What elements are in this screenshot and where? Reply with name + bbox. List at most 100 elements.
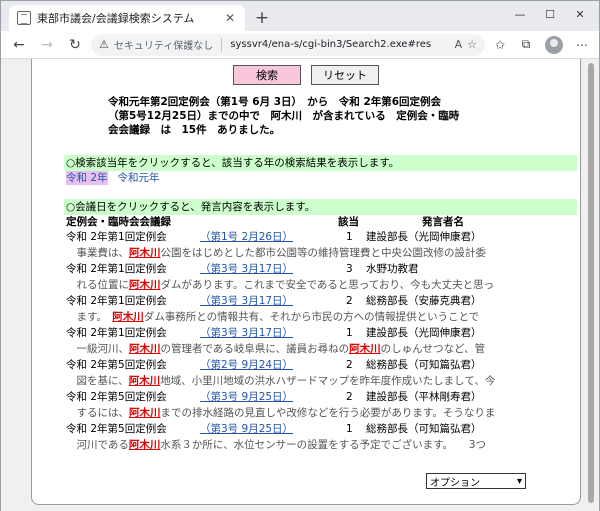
page-viewport: 検索 リセット 令和元年第2回定例会（第1号 6月 3日） から 令和 2年第6… (1, 59, 599, 511)
more-menu-icon[interactable]: ⋯ (571, 34, 593, 56)
excerpt-text: 公園をはじめとした都市公園等の維持管理費と中央公園改修の設計委 (160, 247, 487, 259)
table-row: 令和 2年第5回定例会 （第3号 9月25日） 1 総務部長（可知篇弘君） 河川である… (66, 421, 577, 453)
hit-count: 1 (346, 327, 353, 339)
warning-icon[interactable]: ⚠ (99, 38, 109, 51)
table-row: 令和 2年第1回定例会 （第1号 2月26日） 1 建設部長（光岡伸康君） 事業費は、… (66, 229, 577, 261)
excerpt-text: 事業費は、 (66, 247, 129, 259)
hit-count: 2 (346, 391, 353, 403)
meeting-date-link[interactable]: （第3号 3月17日） (200, 325, 293, 341)
meeting-date-link[interactable]: （第3号 9月25日） (200, 421, 293, 437)
summary-line: 令和元年第2回定例会（第1号 6月 3日） から 令和 2年第6回定例会 (108, 96, 442, 108)
tab-title: 東部市議会/会議録検索システム (37, 12, 195, 25)
close-tab-icon[interactable]: ✕ (223, 11, 237, 25)
excerpt-text: ダム事務所との情報共有、それから市民の方への情報提供ということで (143, 311, 480, 323)
hit-count: 3 (346, 263, 353, 275)
speaker-name: 総務部長（安藤克典君） (366, 295, 482, 307)
year-links: 令和 2年 令和元年 (66, 171, 580, 185)
keyword-highlight: 阿木川 (128, 375, 161, 387)
meeting-name: 令和 2年第5回定例会 (66, 423, 167, 435)
meeting-name: 令和 2年第1回定例会 (66, 327, 167, 339)
meeting-notice: ○会議日をクリックすると、発言内容を表示します。 (64, 199, 577, 215)
excerpt-text: 河川である (66, 439, 129, 451)
hit-count: 2 (346, 359, 353, 371)
meeting-date-link[interactable]: （第3号 9月25日） (200, 389, 293, 405)
excerpt-text: 水系３か所に、水位センサーの設置をする予定でございます。 3つ (160, 439, 486, 451)
browser-toolbar: ← → ↻ ⚠ セキュリティ保護なし syssvr4/ena-s/cgi-bin… (1, 31, 599, 59)
excerpt: 河川である阿木川水系３か所に、水位センサーの設置をする予定でございます。 3つ (66, 437, 577, 453)
read-aloud-icon[interactable]: A (455, 38, 463, 51)
column-meeting: 定例会・臨時会会議録 (66, 216, 171, 228)
excerpt: れる位置に阿木川ダムがあります。これまで安全であると思っており、今も大丈夫と思っ (66, 277, 577, 293)
table-row: 令和 2年第5回定例会 （第2号 9月24日） 2 総務部長（可知篇弘君） 図を基に、… (66, 357, 577, 389)
new-tab-button[interactable]: + (249, 5, 275, 31)
back-arrow-icon[interactable]: ← (7, 33, 31, 57)
search-results-panel: 検索 リセット 令和元年第2回定例会（第1号 6月 3日） から 令和 2年第6… (31, 59, 581, 505)
meeting-date-link[interactable]: （第3号 3月17日） (200, 293, 293, 309)
column-hits: 該当 (338, 216, 359, 228)
options-area: オプション ▾ (426, 473, 526, 489)
results-header: 定例会・臨時会会議録 該当 発言者名 (66, 215, 577, 229)
options-select[interactable]: オプション ▾ (426, 473, 526, 489)
hit-count: 1 (346, 423, 353, 435)
hit-count: 1 (346, 231, 353, 243)
browser-window: 東部市議会/会議録検索システム ✕ + — ☐ ✕ ← → ↻ ⚠ セキュリティ… (0, 0, 600, 511)
favorites-icon[interactable]: ✩ (489, 34, 511, 56)
keyword-highlight: 阿木川 (129, 407, 161, 419)
collections-icon[interactable]: ⧉ (515, 34, 537, 56)
summary-line: 会会議録 は 15件 ありました。 (108, 124, 281, 136)
meeting-date-link[interactable]: （第2号 9月24日） (200, 357, 293, 373)
meeting-name: 令和 2年第5回定例会 (66, 359, 167, 371)
excerpt: ます。 阿木川ダム事務所との情報共有、それから市民の方への情報提供ということで (66, 309, 577, 325)
scrollbar-thumb[interactable] (588, 63, 594, 503)
chevron-down-icon: ▾ (516, 475, 522, 487)
reset-button[interactable]: リセット (311, 65, 379, 85)
security-label[interactable]: セキュリティ保護なし (114, 37, 213, 52)
address-bar[interactable]: ⚠ セキュリティ保護なし syssvr4/ena-s/cgi-bin3/Sear… (91, 33, 485, 56)
summary-line: （第5号12月25日）までの中で 阿木川 が含まれている 定例会・臨時 (108, 110, 460, 122)
scrollbar[interactable] (583, 59, 599, 511)
excerpt-text: するには、 (66, 407, 129, 419)
close-window-icon[interactable]: ✕ (565, 3, 595, 25)
keyword-highlight: 阿木川 (112, 311, 144, 323)
tab-strip: 東部市議会/会議録検索システム ✕ + — ☐ ✕ (1, 1, 599, 31)
meeting-name: 令和 2年第1回定例会 (66, 295, 167, 307)
hit-count: 2 (346, 295, 353, 307)
meeting-date-link[interactable]: （第3号 3月17日） (200, 261, 293, 277)
excerpt: 一級河川、阿木川の管理者である岐阜県に、議員お尋ねの阿木川のしゅんせつなど、管 (66, 341, 577, 357)
excerpt-text: 図を基に、 (66, 375, 129, 387)
meeting-name: 令和 2年第1回定例会 (66, 231, 167, 243)
forward-arrow-icon[interactable]: → (35, 33, 59, 57)
divider (221, 37, 223, 52)
excerpt: するには、阿木川までの排水経路の見直しや改修などを行う必要があります。そうなりま (66, 405, 577, 421)
year-link[interactable]: 令和 2年 (66, 171, 108, 185)
speaker-name: 総務部長（可知篇弘君） (366, 423, 482, 435)
year-link[interactable]: 令和元年 (118, 171, 160, 185)
add-favorite-icon[interactable]: ☆ (467, 38, 477, 51)
speaker-name: 建設部長（平林剛寿君） (366, 391, 482, 403)
speaker-name: 建設部長（光岡伸康君） (366, 231, 482, 243)
keyword-highlight: 阿木川 (349, 343, 381, 355)
form-buttons: 検索 リセット (32, 65, 580, 85)
meeting-date-link[interactable]: （第1号 2月26日） (200, 229, 293, 245)
profile-avatar[interactable] (545, 35, 563, 54)
excerpt-text: までの排水経路の見直しや改修などを行う必要があります。そうなりま (160, 407, 496, 419)
excerpt-text: 地域、小里川地域の洪水ハザードマップを昨年度作成いたしまして、今 (160, 375, 496, 387)
minimize-icon[interactable]: — (505, 3, 535, 25)
table-row: 令和 2年第5回定例会 （第3号 9月25日） 2 建設部長（平林剛寿君） するには、… (66, 389, 577, 421)
keyword-highlight: 阿木川 (129, 343, 161, 355)
browser-tab[interactable]: 東部市議会/会議録検索システム ✕ (9, 5, 245, 31)
excerpt-text: 一級河川、 (66, 343, 129, 355)
excerpt-text: ます。 (66, 311, 113, 323)
excerpt-text: のしゅんせつなど、管 (380, 343, 486, 355)
search-button[interactable]: 検索 (233, 65, 301, 85)
speaker-name: 総務部長（可知篇弘君） (366, 359, 482, 371)
table-row: 令和 2年第1回定例会 （第3号 3月17日） 1 建設部長（光岡伸康君） 一級河川、… (66, 325, 577, 357)
column-speaker: 発言者名 (422, 216, 464, 228)
window-controls: — ☐ ✕ (505, 3, 595, 25)
reload-icon[interactable]: ↻ (63, 33, 87, 57)
speaker-name: 建設部長（光岡伸康君） (366, 327, 482, 339)
maximize-icon[interactable]: ☐ (535, 3, 565, 25)
table-row: 令和 2年第1回定例会 （第3号 3月17日） 3 水野功教君 れる位置に阿木川ダムが… (66, 261, 577, 293)
results-list: 令和 2年第1回定例会 （第1号 2月26日） 1 建設部長（光岡伸康君） 事業費は、… (32, 229, 580, 453)
url-text[interactable]: syssvr4/ena-s/cgi-bin3/Search2.exe#res (230, 39, 449, 50)
